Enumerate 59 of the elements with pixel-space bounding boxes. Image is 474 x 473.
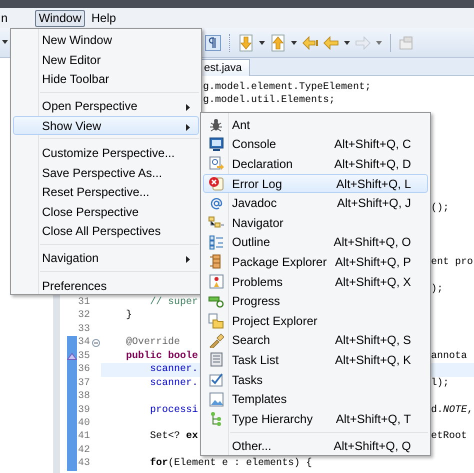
code-text: } (125, 309, 132, 323)
shortcut-text: Alt+Shift+Q, L (336, 176, 412, 193)
menu-item-label: Progress (231, 293, 282, 310)
code-text: scanner. (149, 363, 198, 377)
line-number: 33 (78, 322, 90, 336)
code-text: g.model.element.TypeElement; (203, 81, 372, 94)
menu-item-label: Task List (231, 352, 280, 369)
line-number: 34 (78, 336, 90, 350)
code-text: Set<? ex (149, 430, 198, 444)
line-number: 36 (78, 363, 90, 377)
shortcut-text: Alt+Shift+Q, K (334, 352, 412, 369)
code-text: (); (431, 202, 450, 216)
code-text: scanner. (149, 376, 198, 390)
shortcut-text: Alt+Shift+Q, C (334, 136, 412, 154)
code-text: // super (149, 296, 198, 310)
line-number: 42 (78, 444, 90, 458)
shortcut-text: Alt+Shift+Q, D (334, 156, 412, 173)
code-text: etRoot (431, 430, 468, 444)
line-number: 41 (78, 430, 90, 444)
code-text: for(Element e : elements) { (149, 457, 312, 471)
line-number: 38 (78, 390, 90, 404)
menu-item-label: Console (231, 136, 278, 154)
shortcut-text: Alt+Shift+Q, J (336, 195, 412, 212)
menu-item-label: Ant (231, 116, 252, 134)
menu-item-label: Outline (231, 234, 272, 252)
code-text: l); (431, 376, 450, 390)
code-text: ); (431, 282, 444, 296)
line-number: 43 (78, 457, 90, 471)
code-text: annota (431, 350, 468, 364)
menu-item-label: Search (231, 332, 272, 350)
code-text: d.NOTE, (431, 404, 474, 417)
menu-item-label: Package Explorer (231, 254, 328, 271)
code-text: processi (149, 404, 198, 417)
line-number: 32 (78, 309, 90, 323)
menu-item-label: Project Explorer (231, 312, 318, 330)
menu-item-label: Type Hierarchy (231, 410, 314, 428)
menu-item-label: Tasks (231, 372, 264, 389)
shortcut-text: Alt+Shift+Q, P (334, 254, 412, 271)
line-number: 35 (78, 350, 90, 364)
code-text: @Override (125, 336, 180, 350)
code-text: g.model.util.Elements; (203, 94, 336, 108)
shortcut-text: Alt+Shift+Q, S (334, 332, 412, 350)
menu-item-label: Error Log (231, 176, 284, 193)
line-number: 40 (78, 416, 90, 430)
line-number: 31 (78, 296, 90, 310)
menu-item-label: Navigator (231, 214, 284, 232)
line-number: 39 (78, 404, 90, 417)
menu-item-label: Problems (231, 274, 284, 291)
code-text: public boole (125, 350, 198, 364)
code-text: ent pro (431, 256, 474, 270)
menu-item-label: Other... (231, 438, 272, 456)
menu-item-label: Declaration (231, 156, 294, 173)
shortcut-text: Alt+Shift+Q, X (334, 274, 412, 291)
shortcut-text: Alt+Shift+Q, Q (334, 438, 412, 456)
line-number: 37 (78, 376, 90, 390)
shortcut-text: Alt+Shift+Q, O (334, 234, 412, 252)
menu-item-label: Javadoc (231, 195, 278, 212)
shortcut-text: Alt+Shift+Q, T (336, 410, 412, 428)
menu-item-label: Templates (231, 391, 288, 408)
